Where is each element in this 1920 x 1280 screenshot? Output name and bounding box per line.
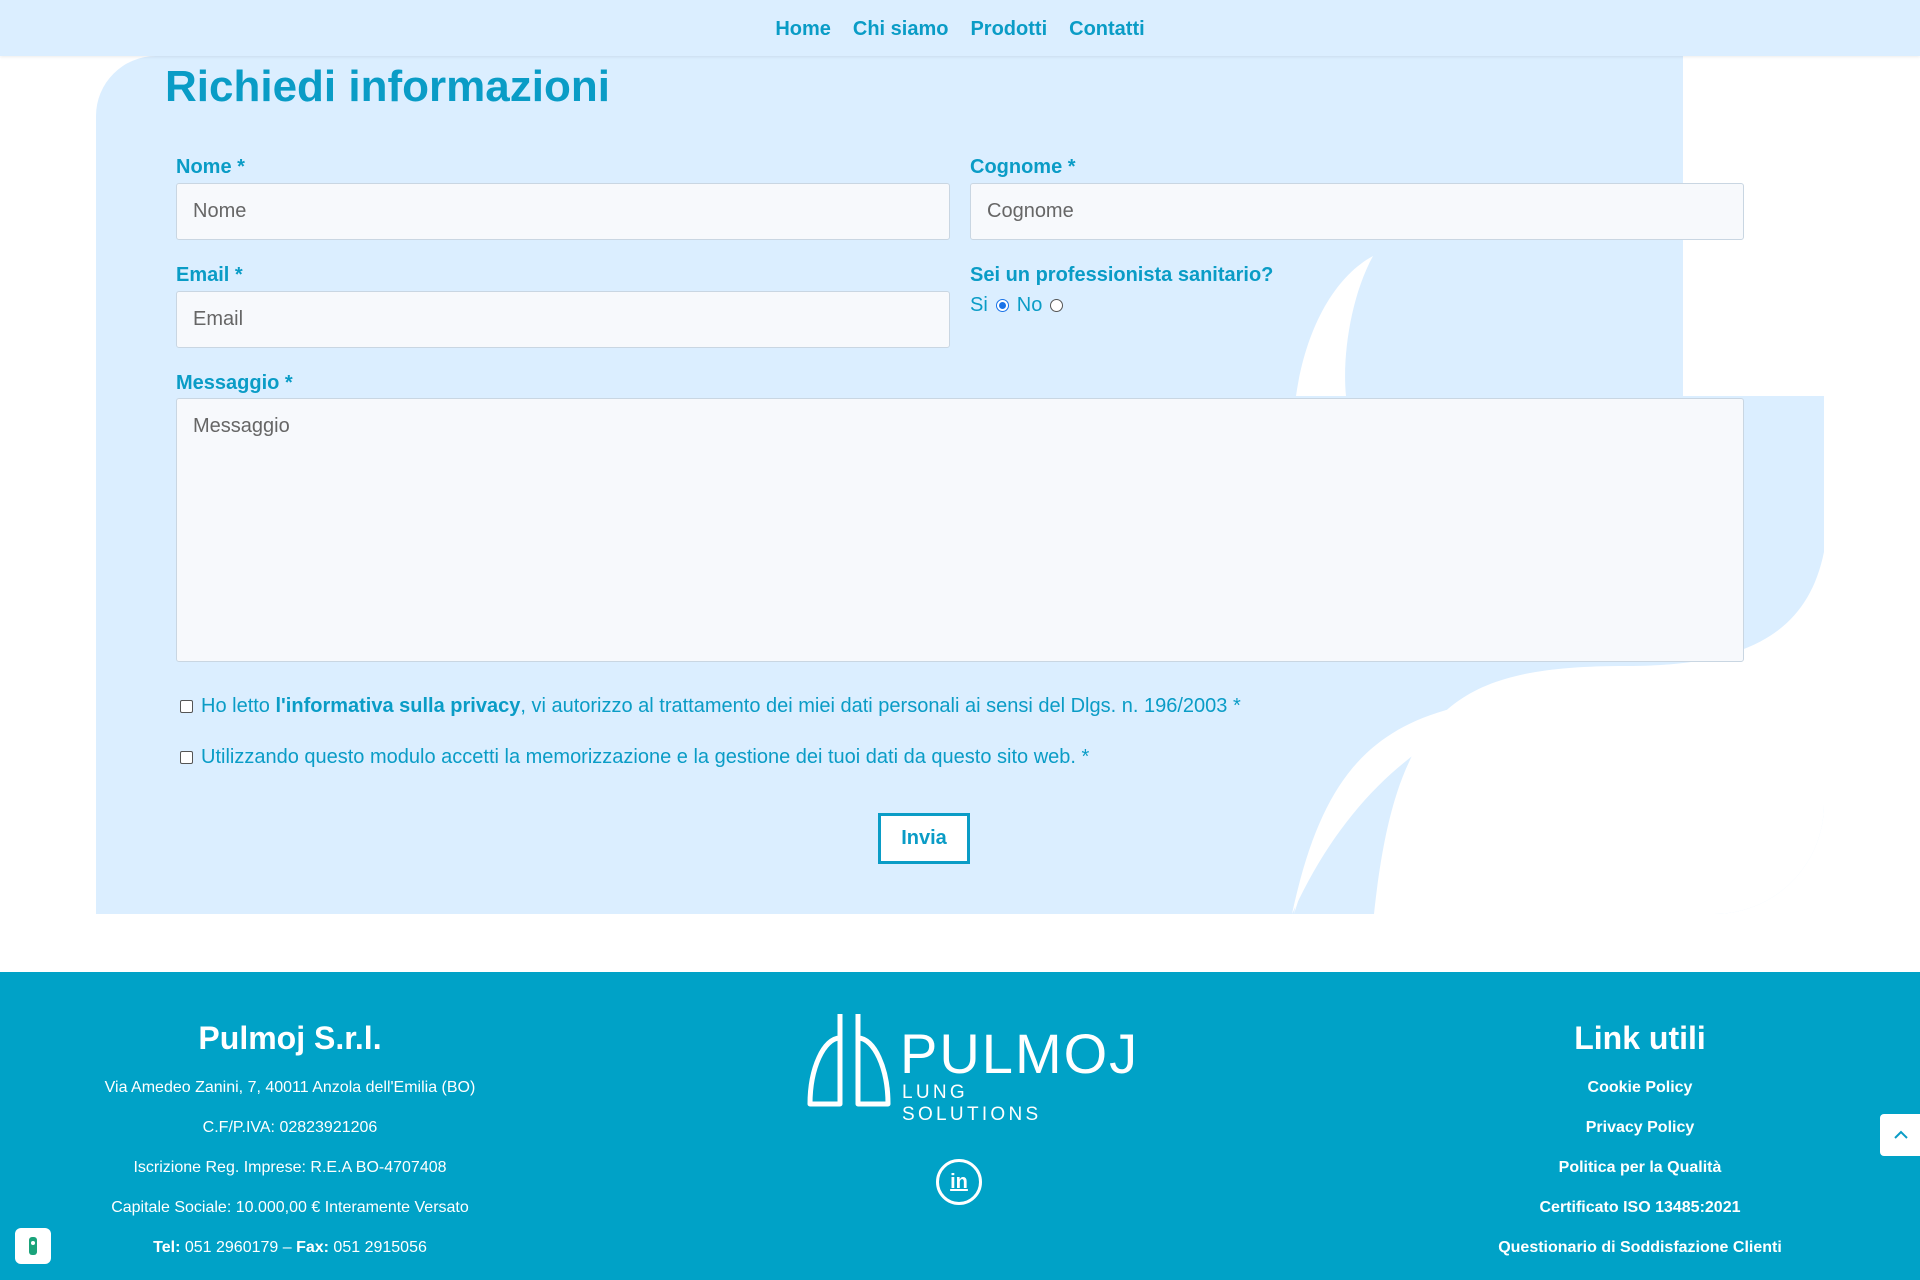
- pulmoj-logo: PULMOJ LUNG SOLUTIONS: [804, 1008, 1137, 1125]
- nav-home[interactable]: Home: [775, 16, 831, 41]
- logo-wordmark: PULMOJ: [900, 1022, 1140, 1085]
- storage-checkbox[interactable]: [180, 751, 193, 764]
- nav-chi-siamo[interactable]: Chi siamo: [853, 16, 949, 41]
- privacy-text: Ho letto l'informativa sulla privacy, vi…: [201, 695, 1241, 718]
- footer: Pulmoj S.r.l. Via Amedeo Zanini, 7, 4001…: [0, 972, 1920, 1280]
- link-cookie-policy[interactable]: Cookie Policy: [1440, 1079, 1840, 1097]
- data-storage-consent-row: Utilizzando questo modulo accetti la mem…: [180, 746, 1089, 769]
- links-title: Link utili: [1574, 1020, 1706, 1056]
- radio-no[interactable]: [1050, 299, 1064, 312]
- privacy-checkbox[interactable]: [180, 700, 193, 713]
- tel-label: Tel:: [153, 1239, 181, 1256]
- link-satisfaction-survey[interactable]: Questionario di Soddisfazione Clienti: [1440, 1239, 1840, 1257]
- cognome-input[interactable]: Cognome: [970, 183, 1744, 240]
- logo-tagline: LUNG SOLUTIONS: [902, 1082, 1042, 1125]
- top-nav: Home Chi siamo Prodotti Contatti: [0, 0, 1920, 56]
- link-quality-policy[interactable]: Politica per la Qualità: [1440, 1159, 1840, 1177]
- form-title: Richiedi informazioni: [165, 62, 610, 111]
- professional-radio-group: Si No: [970, 294, 1067, 317]
- fax-number: 051 2915056: [328, 1239, 427, 1256]
- nav-prodotti[interactable]: Prodotti: [970, 16, 1047, 41]
- company-rea: Iscrizione Reg. Imprese: R.E.A BO-470740…: [133, 1159, 447, 1176]
- email-label: Email *: [176, 264, 243, 286]
- company-address: Via Amedeo Zanini, 7, 40011 Anzola dell'…: [104, 1079, 476, 1096]
- radio-si-label: Si: [970, 294, 988, 316]
- radio-si[interactable]: [995, 299, 1009, 312]
- messaggio-label: Messaggio *: [176, 372, 293, 394]
- fax-label: Fax:: [296, 1239, 329, 1256]
- messaggio-textarea[interactable]: Messaggio: [176, 398, 1744, 662]
- professional-question: Sei un professionista sanitario?: [970, 264, 1274, 286]
- scroll-to-top-icon[interactable]: [1880, 1114, 1920, 1156]
- radio-no-label: No: [1016, 294, 1043, 316]
- nome-label: Nome *: [176, 156, 245, 178]
- company-phone: Tel: 051 2960179 – Fax: 051 2915056: [90, 1239, 490, 1257]
- privacy-suffix: , vi autorizzo al trattamento dei miei d…: [520, 695, 1241, 717]
- privacy-consent-row: Ho letto l'informativa sulla privacy, vi…: [180, 695, 1241, 718]
- nav-contatti[interactable]: Contatti: [1069, 16, 1145, 41]
- privacy-link[interactable]: l'informativa sulla privacy: [275, 695, 520, 717]
- cookie-settings-icon[interactable]: [15, 1228, 51, 1264]
- useful-links: Link utili Cookie Policy Privacy Policy …: [1440, 1020, 1840, 1279]
- email-input[interactable]: Email: [176, 291, 950, 348]
- nome-input[interactable]: Nome: [176, 183, 950, 240]
- link-iso-certificate[interactable]: Certificato ISO 13485:2021: [1440, 1199, 1840, 1217]
- linkedin-icon[interactable]: in: [936, 1159, 982, 1205]
- company-info: Pulmoj S.r.l. Via Amedeo Zanini, 7, 4001…: [90, 1020, 490, 1279]
- company-vat: C.F/P.IVA: 02823921206: [202, 1119, 378, 1136]
- link-privacy-policy[interactable]: Privacy Policy: [1440, 1119, 1840, 1137]
- company-title: Pulmoj S.r.l.: [198, 1020, 382, 1056]
- contact-form-panel: Richiedi informazioni Nome * Nome Cognom…: [96, 56, 1824, 914]
- submit-button[interactable]: Invia: [878, 813, 970, 864]
- cognome-label: Cognome *: [970, 156, 1076, 178]
- storage-consent-text: Utilizzando questo modulo accetti la mem…: [201, 746, 1090, 768]
- tel-number: 051 2960179 –: [180, 1239, 297, 1256]
- privacy-prefix: Ho letto: [201, 695, 276, 717]
- company-capital: Capitale Sociale: 10.000,00 € Interament…: [111, 1199, 469, 1216]
- lungs-logo-icon: [807, 1014, 891, 1107]
